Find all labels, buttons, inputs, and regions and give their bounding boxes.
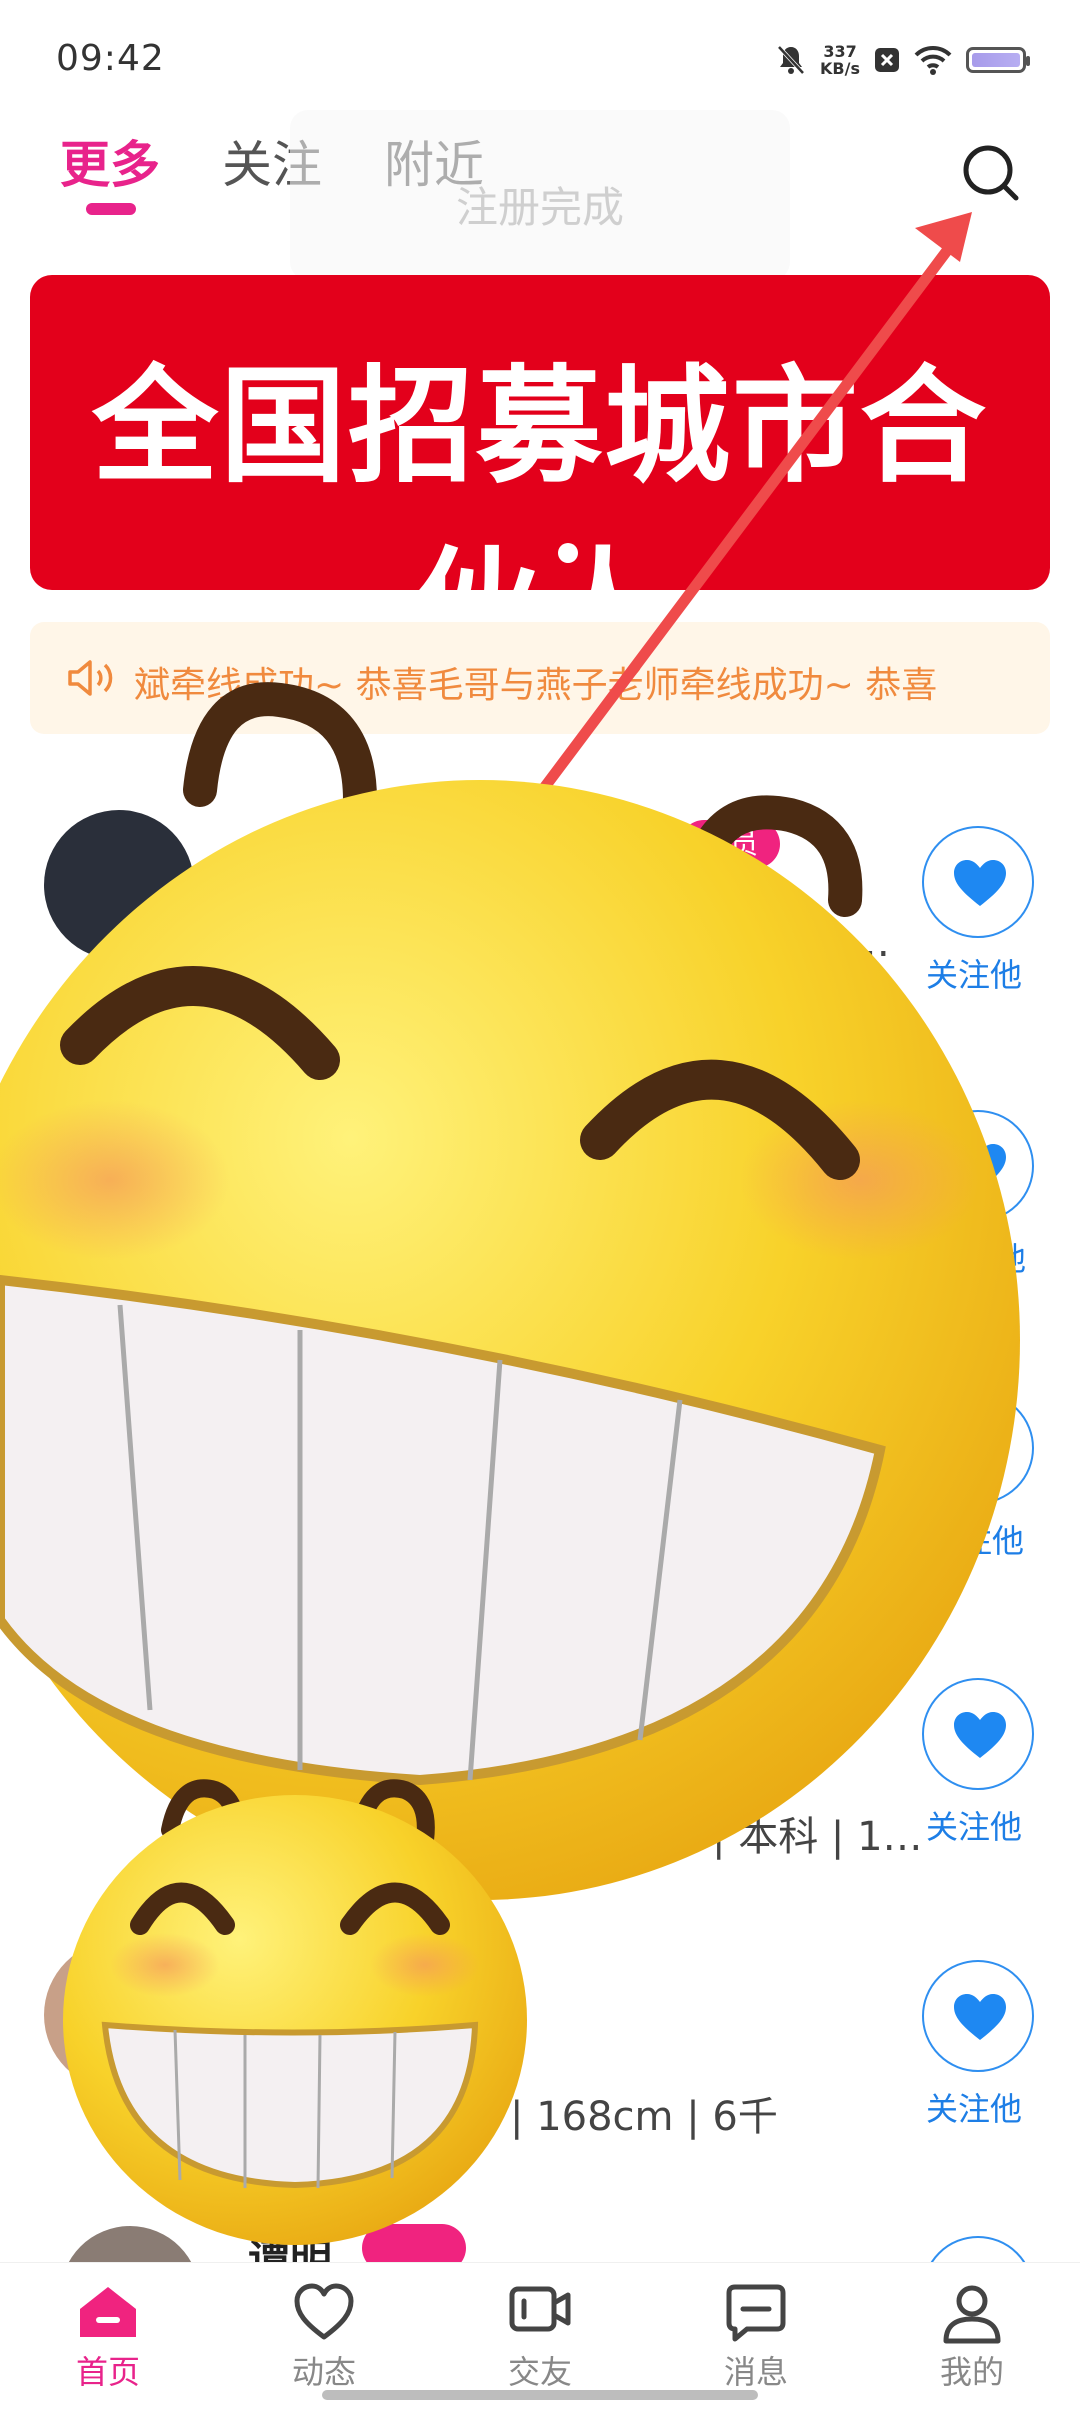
heart-icon: [954, 1144, 1006, 1190]
search-button[interactable]: [958, 140, 1024, 206]
home-indicator[interactable]: [322, 2390, 758, 2400]
tab-active-indicator: [86, 203, 136, 215]
follow-button[interactable]: [922, 1960, 1034, 2072]
user-info: | 168cm | 6千: [510, 2094, 778, 2140]
list-item[interactable]: | 168cm | 6千 关注他: [0, 1924, 1080, 2164]
banner-text: 全国招募城市合伙人: [92, 353, 988, 590]
follow-label[interactable]: 注他: [960, 1516, 1024, 1562]
nav-profile[interactable]: 我的: [892, 2263, 1052, 2391]
status-time: 09:42: [56, 38, 165, 79]
video-camera-icon: [509, 2286, 571, 2332]
follow-label[interactable]: 关注他: [926, 2084, 1022, 2130]
speaker-icon: [68, 660, 113, 696]
follow-button[interactable]: [922, 1392, 1034, 1504]
heart-icon: [954, 860, 1006, 906]
user-info: …: [850, 920, 890, 966]
list-item[interactable]: 谭明: [0, 2224, 1080, 2366]
banner-indicator: [558, 543, 578, 563]
heart-icon: [954, 1994, 1006, 2040]
heart-icon: [294, 2283, 354, 2340]
nav-messages[interactable]: 消息: [676, 2263, 836, 2391]
notification-x-icon: [875, 48, 899, 72]
mute-bell-icon: [777, 45, 805, 75]
nav-label: 我的: [939, 2353, 1004, 2391]
search-icon: [963, 145, 1019, 201]
avatar[interactable]: [44, 1940, 194, 2090]
notice-bar[interactable]: 斌牵线成功~ 恭喜毛哥与燕子老师牵线成功~ 恭喜: [30, 622, 1050, 734]
heart-icon: [954, 1712, 1006, 1758]
nav-friends[interactable]: 交友: [460, 2263, 620, 2391]
list-item[interactable]: 注他: [0, 1356, 1080, 1596]
follow-label[interactable]: 关注他: [926, 1802, 1022, 1848]
nav-moments[interactable]: 动态: [244, 2263, 404, 2391]
user-info: | 本科 | 1…: [712, 1814, 923, 1860]
avatar[interactable]: [44, 810, 194, 960]
nav-home[interactable]: 首页: [28, 2263, 188, 2391]
follow-label[interactable]: 关注他: [926, 950, 1022, 996]
follow-button[interactable]: [922, 1678, 1034, 1790]
list-item[interactable]: | 本科 | 1… 关注他: [0, 1642, 1080, 1882]
status-icons: 337 KB/s: [776, 40, 1030, 80]
status-bar: 09:42 337 KB/s: [0, 0, 1080, 120]
nav-label: 首页: [75, 2353, 140, 2391]
nav-label: 交友: [507, 2353, 572, 2391]
message-icon: [726, 2284, 786, 2342]
home-icon: [80, 2287, 136, 2337]
net-speed: 337 KB/s: [820, 42, 860, 78]
nav-label: 动态: [291, 2353, 356, 2391]
wifi-icon: [914, 45, 952, 75]
follow-button[interactable]: [922, 1110, 1034, 1222]
follow-button[interactable]: [922, 826, 1034, 938]
list-item[interactable]: 他: [0, 1074, 1080, 1314]
bottom-nav: 首页 动态 交友 消息 我的: [0, 2262, 1080, 2409]
member-badge: 会员: [680, 820, 781, 868]
battery-icon: [966, 47, 1030, 73]
banner[interactable]: 全国招募城市合伙人: [30, 275, 1050, 590]
toast-text: 注册完成: [455, 183, 624, 232]
person-icon: [943, 2285, 1001, 2344]
nav-label: 消息: [723, 2353, 788, 2391]
tab-more[interactable]: 更多: [60, 125, 160, 215]
toast: 注册完成: [290, 110, 790, 280]
list-item[interactable]: 会员 … 关注他: [0, 790, 1080, 1030]
follow-label[interactable]: 他: [994, 1234, 1026, 1280]
notice-text: 斌牵线成功~ 恭喜毛哥与燕子老师牵线成功~ 恭喜: [134, 665, 938, 706]
